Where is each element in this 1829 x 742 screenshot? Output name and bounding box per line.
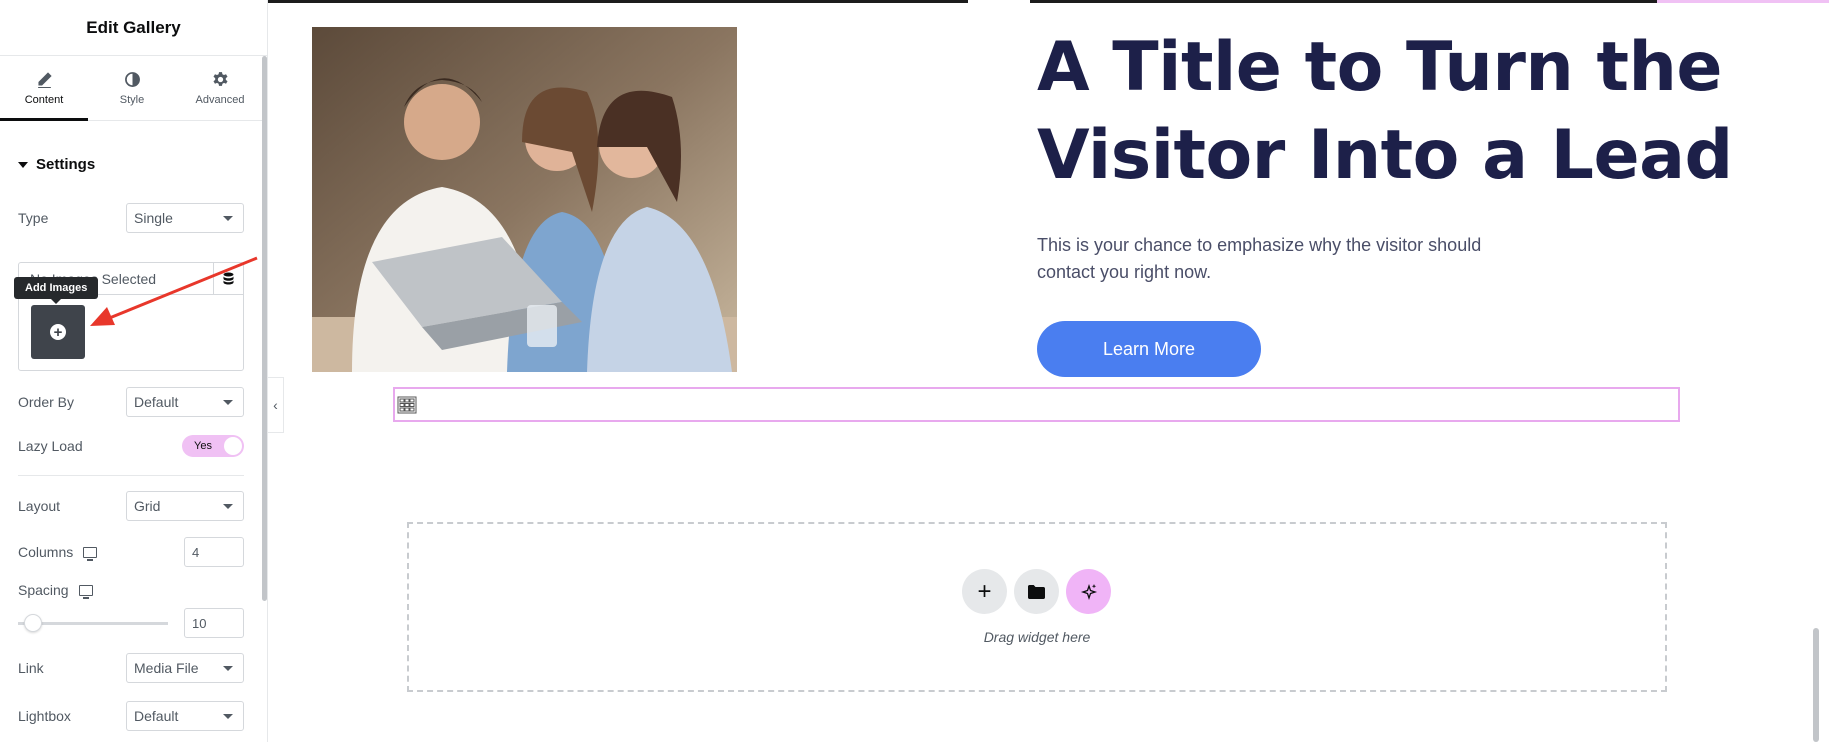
folder-icon [1028,584,1045,599]
settings-section-title: Settings [36,156,96,173]
gallery-widget[interactable] [393,387,1680,422]
columns-input[interactable]: 4 [184,537,244,567]
tab-advanced[interactable]: Advanced [176,56,264,120]
desktop-icon[interactable] [78,584,93,599]
lightbox-value: Default [134,708,179,724]
chevron-down-icon [223,665,233,671]
lazy-load-value: Yes [194,440,212,452]
tab-style[interactable]: Style [88,56,176,120]
type-label: Type [18,210,49,226]
add-template-button[interactable] [1014,569,1059,614]
layout-label: Layout [18,498,61,514]
gallery-placeholder-icon [397,396,417,413]
spacing-slider-handle[interactable] [24,613,42,632]
chevron-left-icon: ‹ [273,397,278,413]
order-by-select[interactable]: Default [126,387,244,417]
layout-select[interactable]: Grid [126,491,244,521]
type-value: Single [134,210,173,226]
type-control: Type Single [18,203,244,233]
order-by-control: Order By Default [18,387,244,417]
lazy-load-label: Lazy Load [18,438,83,454]
editor-panel: Edit Gallery Content Style Advanced Sett… [0,0,268,742]
layout-value: Grid [134,498,161,514]
spacing-label-wrap: Spacing [18,582,93,599]
divider [18,475,244,476]
order-by-label: Order By [18,394,75,410]
plus-circle-icon: + [50,324,66,340]
spacing-slider[interactable] [18,613,168,632]
top-border-accent [1657,0,1829,3]
panel-tabs: Content Style Advanced [0,56,267,121]
type-select[interactable]: Single [126,203,244,233]
link-select[interactable]: Media File [126,653,244,683]
hero-image [312,27,737,372]
lightbox-control: Lightbox Default [18,701,244,731]
panel-title: Edit Gallery [86,17,181,37]
panel-scrollbar[interactable] [262,56,267,601]
sparkles-icon [1080,583,1097,600]
tab-advanced-label: Advanced [195,93,245,106]
tab-style-label: Style [119,93,145,106]
link-value: Media File [134,660,199,676]
order-by-value: Default [134,394,179,410]
layout-control: Layout Grid [18,491,244,521]
editor-canvas: ‹ A Title to Turn the Visitor Into a Lea… [268,0,1829,742]
chevron-down-icon [223,713,233,719]
spacing-input[interactable]: 10 [184,608,244,638]
people-at-laptop-image [312,27,737,372]
annotation-arrow [90,256,258,326]
contrast-icon [124,71,140,87]
top-border-gap [968,0,1030,3]
pencil-icon [37,71,52,88]
desktop-icon[interactable] [83,546,98,561]
columns-control: Columns 4 [18,537,244,567]
top-border [268,0,1829,3]
caret-down-icon [18,161,28,168]
empty-drop-zone[interactable]: + Drag widget here [407,522,1667,692]
chevron-down-icon [223,215,233,221]
add-images-button[interactable]: + [31,305,85,359]
chevron-down-icon [223,399,233,405]
collapse-panel-button[interactable]: ‹ [268,377,284,433]
lightbox-select[interactable]: Default [126,701,244,731]
plus-icon: + [977,577,992,605]
spacing-label-row: Spacing [18,582,244,599]
tab-content-label: Content [24,93,64,106]
toggle-knob [224,437,242,455]
chevron-down-icon [223,503,233,509]
lazy-load-toggle[interactable]: Yes [182,435,244,457]
ai-generate-button[interactable] [1066,569,1111,614]
tab-content[interactable]: Content [0,56,88,121]
drop-zone-buttons: + [962,569,1111,614]
learn-more-button[interactable]: Learn More [1037,321,1261,377]
columns-label: Columns [18,544,74,560]
lightbox-label: Lightbox [18,708,71,724]
columns-label-wrap: Columns [18,544,98,561]
panel-header: Edit Gallery [0,0,267,56]
drag-widget-label: Drag widget here [983,629,1091,645]
settings-section-toggle[interactable]: Settings [18,156,95,173]
hero-title: A Title to Turn the Visitor Into a Lead [1037,28,1733,195]
lazy-load-control: Lazy Load Yes [18,435,244,457]
gear-icon [212,71,228,86]
canvas-scrollbar[interactable] [1813,628,1819,742]
link-label: Link [18,660,44,676]
add-section-button[interactable]: + [962,569,1007,614]
spacing-label: Spacing [18,582,69,598]
spacing-control: 10 [18,608,244,638]
hero-description: This is your chance to emphasize why the… [1037,235,1482,282]
link-control: Link Media File [18,653,244,683]
